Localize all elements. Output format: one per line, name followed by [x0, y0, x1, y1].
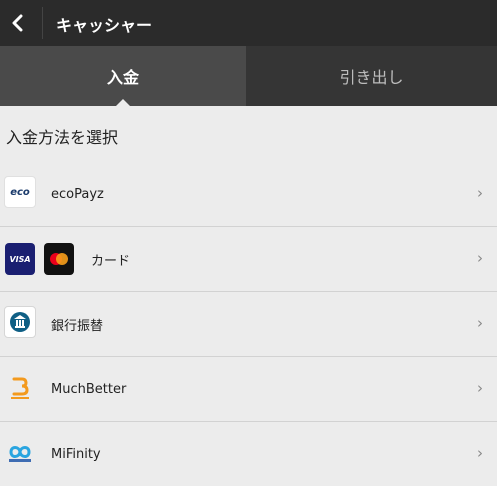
page-title: キャッシャー — [56, 16, 153, 35]
muchbetter-logo-icon — [4, 371, 36, 403]
mastercard-circles-icon — [50, 253, 68, 265]
bank-building-icon — [10, 312, 30, 332]
chevron-right-icon: › — [477, 314, 483, 332]
tab-bar: 入金 引き出し — [0, 46, 497, 106]
chevron-right-icon: › — [477, 379, 483, 397]
section-title: 入金方法を選択 — [6, 128, 119, 147]
method-label: MuchBetter — [51, 381, 127, 397]
method-label: カード — [91, 253, 131, 269]
header-divider — [42, 7, 43, 39]
method-row-mifinity[interactable]: MiFinity › — [0, 422, 497, 486]
visa-logo-text: VISA — [9, 254, 31, 264]
payment-method-list: eco ecoPayz › VISA カード › 銀行振替 › MuchBett… — [0, 162, 497, 486]
method-row-ecopayz[interactable]: eco ecoPayz › — [0, 162, 497, 227]
chevron-right-icon: › — [477, 184, 483, 202]
bank-icon — [4, 306, 36, 338]
tab-deposit[interactable]: 入金 — [0, 46, 246, 106]
chevron-right-icon: › — [477, 444, 483, 462]
ecopayz-logo-icon: eco — [4, 176, 36, 208]
muchbetter-b-icon — [11, 377, 29, 399]
method-label: ecoPayz — [51, 186, 104, 202]
visa-icon: VISA — [5, 243, 35, 275]
tab-withdraw[interactable]: 引き出し — [246, 46, 497, 106]
method-row-bank-transfer[interactable]: 銀行振替 › — [0, 292, 497, 357]
method-label: 銀行振替 — [51, 318, 104, 334]
mifinity-logo-icon — [4, 436, 36, 468]
chevron-right-icon: › — [477, 249, 483, 267]
ecopayz-logo-text: eco — [10, 186, 30, 198]
chevron-left-icon — [12, 14, 23, 32]
method-row-card[interactable]: VISA カード › — [0, 227, 497, 292]
top-bar: キャッシャー — [0, 0, 497, 46]
method-label: MiFinity — [51, 446, 101, 462]
back-button[interactable] — [0, 0, 34, 46]
mifinity-infinity-icon — [9, 446, 31, 462]
method-row-muchbetter[interactable]: MuchBetter › — [0, 357, 497, 422]
mastercard-icon — [44, 243, 74, 275]
